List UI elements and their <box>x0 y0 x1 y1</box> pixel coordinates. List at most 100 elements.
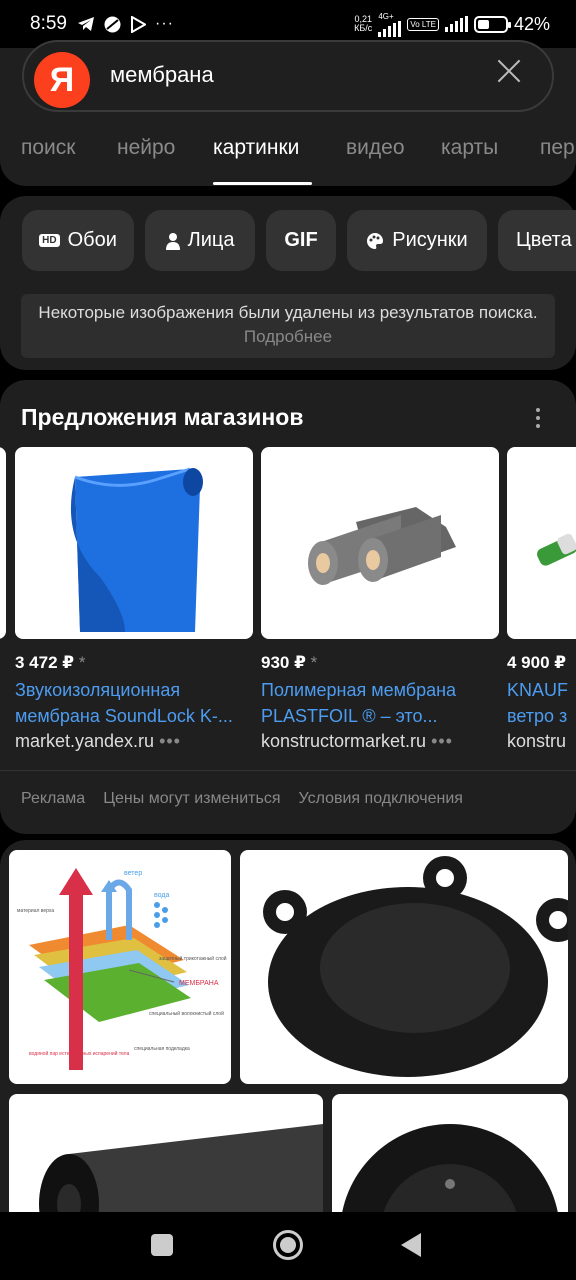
product-card[interactable]: 930 ₽ * Полимерная мембрана PLASTFOIL ® –… <box>261 447 499 752</box>
tab-maps[interactable]: карты <box>441 136 498 160</box>
product-price: 930 ₽ * <box>261 653 499 673</box>
active-tab-indicator <box>213 182 312 185</box>
product-image[interactable] <box>261 447 499 639</box>
product-domain[interactable]: market.yandex.ru ••• <box>15 731 253 752</box>
shop-footer: Реклама Цены могут измениться Условия по… <box>21 790 463 808</box>
signal-bars-2-icon <box>444 16 468 32</box>
product-title[interactable]: Звукоизоляционная мембрана SoundLock K-..… <box>15 677 253 729</box>
product-title-line[interactable]: KNAUF <box>507 677 576 703</box>
product-card[interactable]: 4 900 ₽ KNAUF ветро з konstru <box>507 447 576 752</box>
price-asterisk: * <box>78 653 86 672</box>
product-image[interactable] <box>507 447 576 639</box>
chip-wallpapers[interactable]: HD Обои <box>22 210 134 271</box>
hd-icon: HD <box>39 234 60 247</box>
search-header: Я мембрана поиск нейро картинки видео ка… <box>0 40 576 186</box>
product-title-line[interactable]: Звукоизоляционная <box>15 677 253 703</box>
chip-label: Обои <box>67 229 117 251</box>
back-icon[interactable] <box>401 1233 421 1257</box>
ad-label[interactable]: Реклама <box>21 790 85 808</box>
search-input[interactable]: мембрана <box>110 62 214 88</box>
signal-bars-icon <box>378 20 402 37</box>
more-dots-icon[interactable]: ••• <box>431 731 453 751</box>
diagram-label-top: материал верха <box>17 908 54 914</box>
divider <box>0 770 576 771</box>
removed-results-notice: Некоторые изображения были удалены из ре… <box>21 294 555 358</box>
image-results-grid: ветер вода МЕМБРАНА материал верха защит… <box>0 840 576 1220</box>
tab-neuro[interactable]: нейро <box>117 136 175 160</box>
membrane-diagram-image: ветер вода МЕМБРАНА материал верха защит… <box>17 868 227 1070</box>
diagram-label-protect: защитный трикотажный слой <box>159 955 227 962</box>
notice-more-link[interactable]: Подробнее <box>244 327 332 346</box>
domain-text[interactable]: market.yandex.ru <box>15 731 154 751</box>
signal-1: 4G+ <box>378 11 402 37</box>
chip-label: Лица <box>187 229 235 251</box>
tab-images[interactable]: картинки <box>213 136 299 160</box>
diagram-label-vapor: водяной пар естественных испарений тела <box>29 1050 130 1057</box>
notice-text: Некоторые изображения были удалены из ре… <box>38 303 538 322</box>
product-title[interactable]: KNAUF ветро з <box>507 677 576 729</box>
rubber-gasket-image <box>340 1124 560 1220</box>
search-box[interactable]: Я мембрана <box>22 40 554 112</box>
net-speed-unit: КБ/с <box>354 23 373 33</box>
tab-video[interactable]: видео <box>346 136 405 160</box>
product-title-line[interactable]: мембрана SoundLock K-... <box>15 703 253 729</box>
image-result[interactable] <box>332 1094 568 1220</box>
image-result[interactable] <box>9 1094 323 1220</box>
product-price: 3 472 ₽ * <box>15 653 253 673</box>
system-nav-bar <box>0 1212 576 1280</box>
chip-faces[interactable]: Лица <box>145 210 255 271</box>
more-dots-icon[interactable]: ••• <box>159 731 181 751</box>
chip-colors[interactable]: Цвета <box>498 210 576 271</box>
play-icon <box>130 15 146 33</box>
product-title-line[interactable]: PLASTFOIL ® – это... <box>261 703 499 729</box>
volte-icon: Vo LTE <box>407 17 439 31</box>
domain-text[interactable]: konstructormarket.ru <box>261 731 426 751</box>
tab-search[interactable]: поиск <box>21 136 75 160</box>
chip-label: Рисунки <box>392 229 468 251</box>
yandex-logo-icon[interactable]: Я <box>34 52 90 108</box>
diagram-label-membrane: МЕМБРАНА <box>179 980 219 987</box>
kebab-menu-icon[interactable] <box>536 408 542 432</box>
shop-offers-section: Предложения магазинов 3 472 ₽ * Звукоизо… <box>0 380 576 834</box>
net-type: 4G+ <box>378 11 394 21</box>
product-card[interactable]: 3 472 ₽ * Звукоизоляционная мембрана Soun… <box>15 447 253 752</box>
product-title[interactable]: Полимерная мембрана PLASTFOIL ® – это... <box>261 677 499 729</box>
terms-link[interactable]: Условия подключения <box>298 790 462 808</box>
battery-icon <box>473 15 511 33</box>
more-notifications-icon: ··· <box>154 15 174 32</box>
telegram-icon <box>77 17 94 31</box>
chip-gif[interactable]: GIF <box>266 210 336 271</box>
product-card-prev[interactable] <box>0 447 6 639</box>
image-result[interactable] <box>240 850 568 1084</box>
home-icon[interactable] <box>273 1230 303 1260</box>
battery-percent: 42% <box>513 13 550 34</box>
product-image[interactable] <box>15 447 253 639</box>
status-time: 8:59 <box>30 13 67 34</box>
product-domain[interactable]: konstructormarket.ru ••• <box>261 731 499 752</box>
chip-label: GIF <box>284 229 318 251</box>
image-result[interactable]: ветер вода МЕМБРАНА материал верха защит… <box>9 850 231 1084</box>
status-right: 0,21 КБ/с 4G+ Vo LTE 42% <box>354 12 550 37</box>
rubber-diaphragm-image <box>263 856 568 1077</box>
product-title-line[interactable]: ветро з <box>507 703 576 729</box>
tab-translate[interactable]: пер <box>540 136 575 160</box>
recent-apps-icon[interactable] <box>151 1234 173 1256</box>
diagram-label-lining: специальная подкладка <box>134 1046 190 1052</box>
drainage-membrane-image <box>39 1124 323 1220</box>
shop-offers-title: Предложения магазинов <box>21 404 304 430</box>
chip-drawings[interactable]: Рисунки <box>347 210 487 271</box>
diagram-label-wind: ветер <box>124 870 142 877</box>
filters-card: HD Обои Лица GIF Рисунки Цвета Некоторые… <box>0 196 576 370</box>
diagram-label-water: вода <box>154 892 169 899</box>
price-asterisk: * <box>310 653 318 672</box>
browser-icon <box>104 16 121 32</box>
product-domain[interactable]: konstru <box>507 731 576 752</box>
clear-icon[interactable] <box>494 56 524 86</box>
product-title-line[interactable]: Полимерная мембрана <box>261 677 499 703</box>
person-icon <box>165 232 180 250</box>
product-price: 4 900 ₽ <box>507 653 576 673</box>
diagram-label-fiber: специальный волокнистый слой <box>149 1010 224 1017</box>
net-speed: 0,21 КБ/с <box>354 15 372 33</box>
domain-text[interactable]: konstru <box>507 731 566 751</box>
price-value: 930 ₽ <box>261 653 306 672</box>
